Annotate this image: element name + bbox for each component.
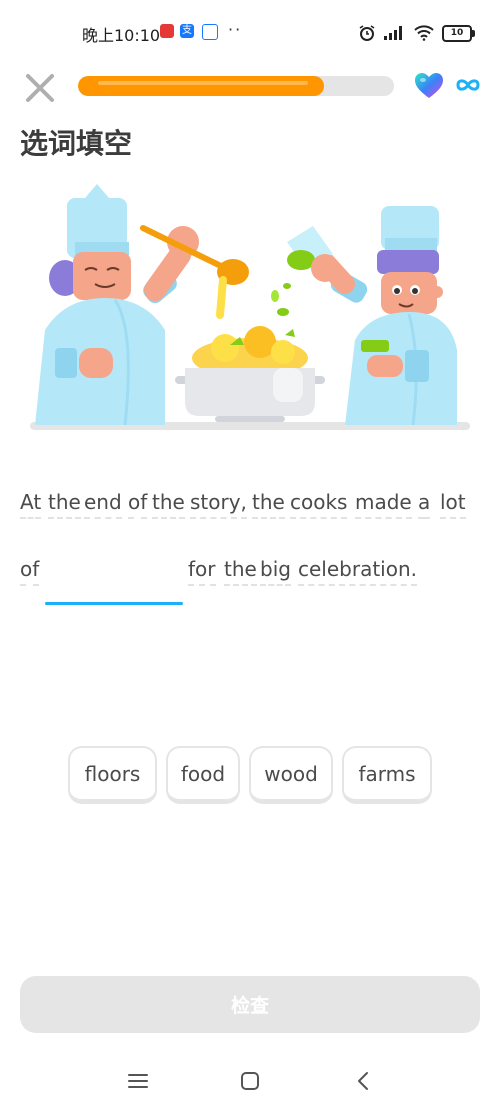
sentence-word[interactable]: of <box>128 490 148 519</box>
progress-shine <box>98 81 309 85</box>
sentence-word[interactable]: made <box>355 490 412 519</box>
word-chip-wood[interactable]: wood <box>249 746 333 804</box>
sentence-word[interactable]: of <box>20 557 40 586</box>
back-icon[interactable] <box>352 1070 376 1092</box>
close-icon[interactable] <box>20 68 60 108</box>
sentence-word[interactable]: At <box>20 490 42 519</box>
sentence-word[interactable]: the <box>48 490 81 519</box>
infinity-icon <box>456 79 480 91</box>
heart-icon[interactable] <box>414 72 444 100</box>
sentence-word[interactable]: story, <box>190 490 247 519</box>
sentence-word[interactable]: the <box>224 557 257 586</box>
app-icon <box>202 24 218 40</box>
battery-icon: 10 <box>442 24 475 42</box>
check-button[interactable]: 检查 <box>20 976 480 1033</box>
sentence-word[interactable]: celebration. <box>298 557 418 586</box>
word-chip-farms[interactable]: farms <box>342 746 432 804</box>
progress-fill <box>78 76 325 96</box>
alarm-icon <box>359 25 375 41</box>
sentence-word[interactable]: the <box>252 490 285 519</box>
word-chip-food[interactable]: food <box>166 746 240 804</box>
alipay-icon: 支 <box>180 24 194 38</box>
home-icon[interactable] <box>238 1070 262 1092</box>
sentence-word[interactable]: lot <box>440 490 466 519</box>
more-dots-icon: ·· <box>228 20 243 39</box>
progress-bar <box>78 76 394 96</box>
word-bank: floors food wood farms <box>0 746 500 810</box>
sentence-word[interactable]: end <box>84 490 122 519</box>
word-chip-floors[interactable]: floors <box>68 746 157 804</box>
status-time: 晚上10:10 <box>82 26 161 45</box>
wifi-icon <box>414 25 434 41</box>
sentence-word[interactable]: a <box>418 490 431 519</box>
sentence-word[interactable]: cooks <box>290 490 348 519</box>
sentence-word[interactable]: for <box>188 557 216 586</box>
sentence-word[interactable]: the <box>152 490 185 519</box>
menu-icon[interactable] <box>126 1070 150 1092</box>
status-right: 10 <box>358 24 475 42</box>
signal-icon <box>384 26 402 40</box>
sentence-word[interactable]: big <box>260 557 291 586</box>
app-notification-icon <box>160 24 174 38</box>
answer-blank[interactable] <box>45 602 183 605</box>
chefs-cooking-illustration <box>30 184 470 430</box>
exercise-title: 选词填空 <box>20 127 133 160</box>
